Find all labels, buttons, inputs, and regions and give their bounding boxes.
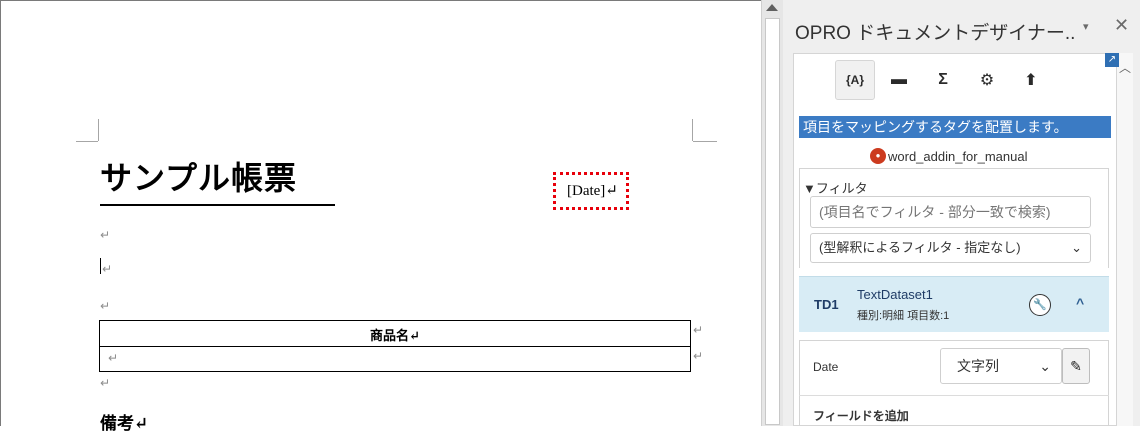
document-title[interactable]: サンプル帳票: [100, 153, 297, 199]
chevron-up-icon[interactable]: ︿: [1119, 59, 1131, 76]
settings-icon[interactable]: ⚙: [967, 60, 1007, 100]
add-field-label[interactable]: フィールドを追加: [813, 407, 909, 424]
mapping-tags-button[interactable]: {A}: [835, 60, 875, 100]
divider: [799, 395, 1109, 396]
paragraph-mark: ↵: [100, 299, 111, 313]
scroll-up-icon[interactable]: [766, 4, 778, 11]
dataset-code: TD1: [814, 297, 839, 312]
scrollbar-thumb[interactable]: [765, 18, 780, 425]
product-table[interactable]: 商品名↵ ↵: [99, 320, 691, 372]
file-logo-icon: ●: [870, 148, 886, 164]
table-cell-mark[interactable]: ↵: [108, 351, 118, 365]
type-filter-value: (型解釈によるフィルタ - 指定なし): [819, 240, 1021, 255]
file-name-line: ● word_addin_for_manual: [870, 148, 1027, 164]
title-underline: [100, 204, 335, 206]
crop-mark: [98, 119, 99, 141]
row-end-mark: ↵: [693, 349, 704, 363]
task-pane-title: OPRO ドキュメントデザイナー..: [795, 23, 1076, 44]
field-type-select[interactable]: 文字列 ⌄: [940, 348, 1062, 384]
field-type-value: 文字列: [957, 358, 999, 374]
table-header-product-name[interactable]: 商品名↵: [100, 325, 690, 344]
chevron-up-icon[interactable]: ^: [1076, 295, 1084, 311]
chevron-down-icon: ⌄: [1071, 240, 1082, 255]
wrench-icon[interactable]: 🔧: [1029, 294, 1051, 316]
date-tag-text[interactable]: [Date]↵: [567, 181, 618, 200]
pane-toolbar: {A} ▬ Σ ⚙ ⬆: [835, 60, 1055, 100]
crop-mark: [76, 141, 98, 142]
table-icon[interactable]: ▬: [879, 60, 919, 100]
type-filter-select[interactable]: (型解釈によるフィルタ - 指定なし) ⌄: [810, 233, 1091, 263]
field-name-date: Date: [813, 360, 839, 374]
paragraph-mark: ↵: [100, 376, 111, 390]
info-banner: 項目をマッピングするタグを配置します。: [799, 116, 1111, 138]
paragraph-mark: ↵: [102, 262, 113, 276]
document-scrollbar[interactable]: [761, 0, 783, 426]
close-icon[interactable]: ✕: [1114, 15, 1129, 36]
pane-menu-icon[interactable]: ▾: [1083, 20, 1089, 33]
upload-icon[interactable]: ⬆: [1011, 60, 1051, 100]
filter-search-input[interactable]: [810, 196, 1091, 228]
dataset-header[interactable]: TD1 TextDataset1 種別:明細 項目数:1 🔧 ^: [799, 276, 1109, 332]
row-end-mark: ↵: [693, 323, 704, 337]
document-canvas[interactable]: サンプル帳票 [Date]↵ ↵ ↵ ↵ 商品名↵ ↵ ↵ ↵ ↵ 備考↵: [0, 0, 761, 434]
crop-mark: [692, 119, 693, 141]
notes-label[interactable]: 備考↵: [100, 409, 148, 434]
text-cursor: [100, 258, 101, 274]
file-name: word_addin_for_manual: [888, 148, 1028, 164]
pane-scrollbar[interactable]: ︿: [1117, 53, 1133, 426]
table-row-divider: [100, 346, 690, 347]
paragraph-mark: ↵: [100, 228, 111, 242]
edit-pencil-icon[interactable]: ✎: [1062, 348, 1090, 384]
dataset-meta: 種別:明細 項目数:1: [857, 310, 950, 322]
task-pane: OPRO ドキュメントデザイナー.. ▾ ✕ ︿ ↗ {A} ▬ Σ ⚙ ⬆ 項…: [783, 0, 1140, 426]
chevron-down-icon: ⌄: [1039, 358, 1051, 374]
crop-mark: [693, 141, 717, 142]
sum-icon[interactable]: Σ: [923, 60, 963, 100]
pin-icon[interactable]: ↗: [1105, 53, 1119, 67]
filter-label: ▼フィルタ: [803, 181, 868, 196]
dataset-name: TextDataset1: [857, 287, 933, 302]
